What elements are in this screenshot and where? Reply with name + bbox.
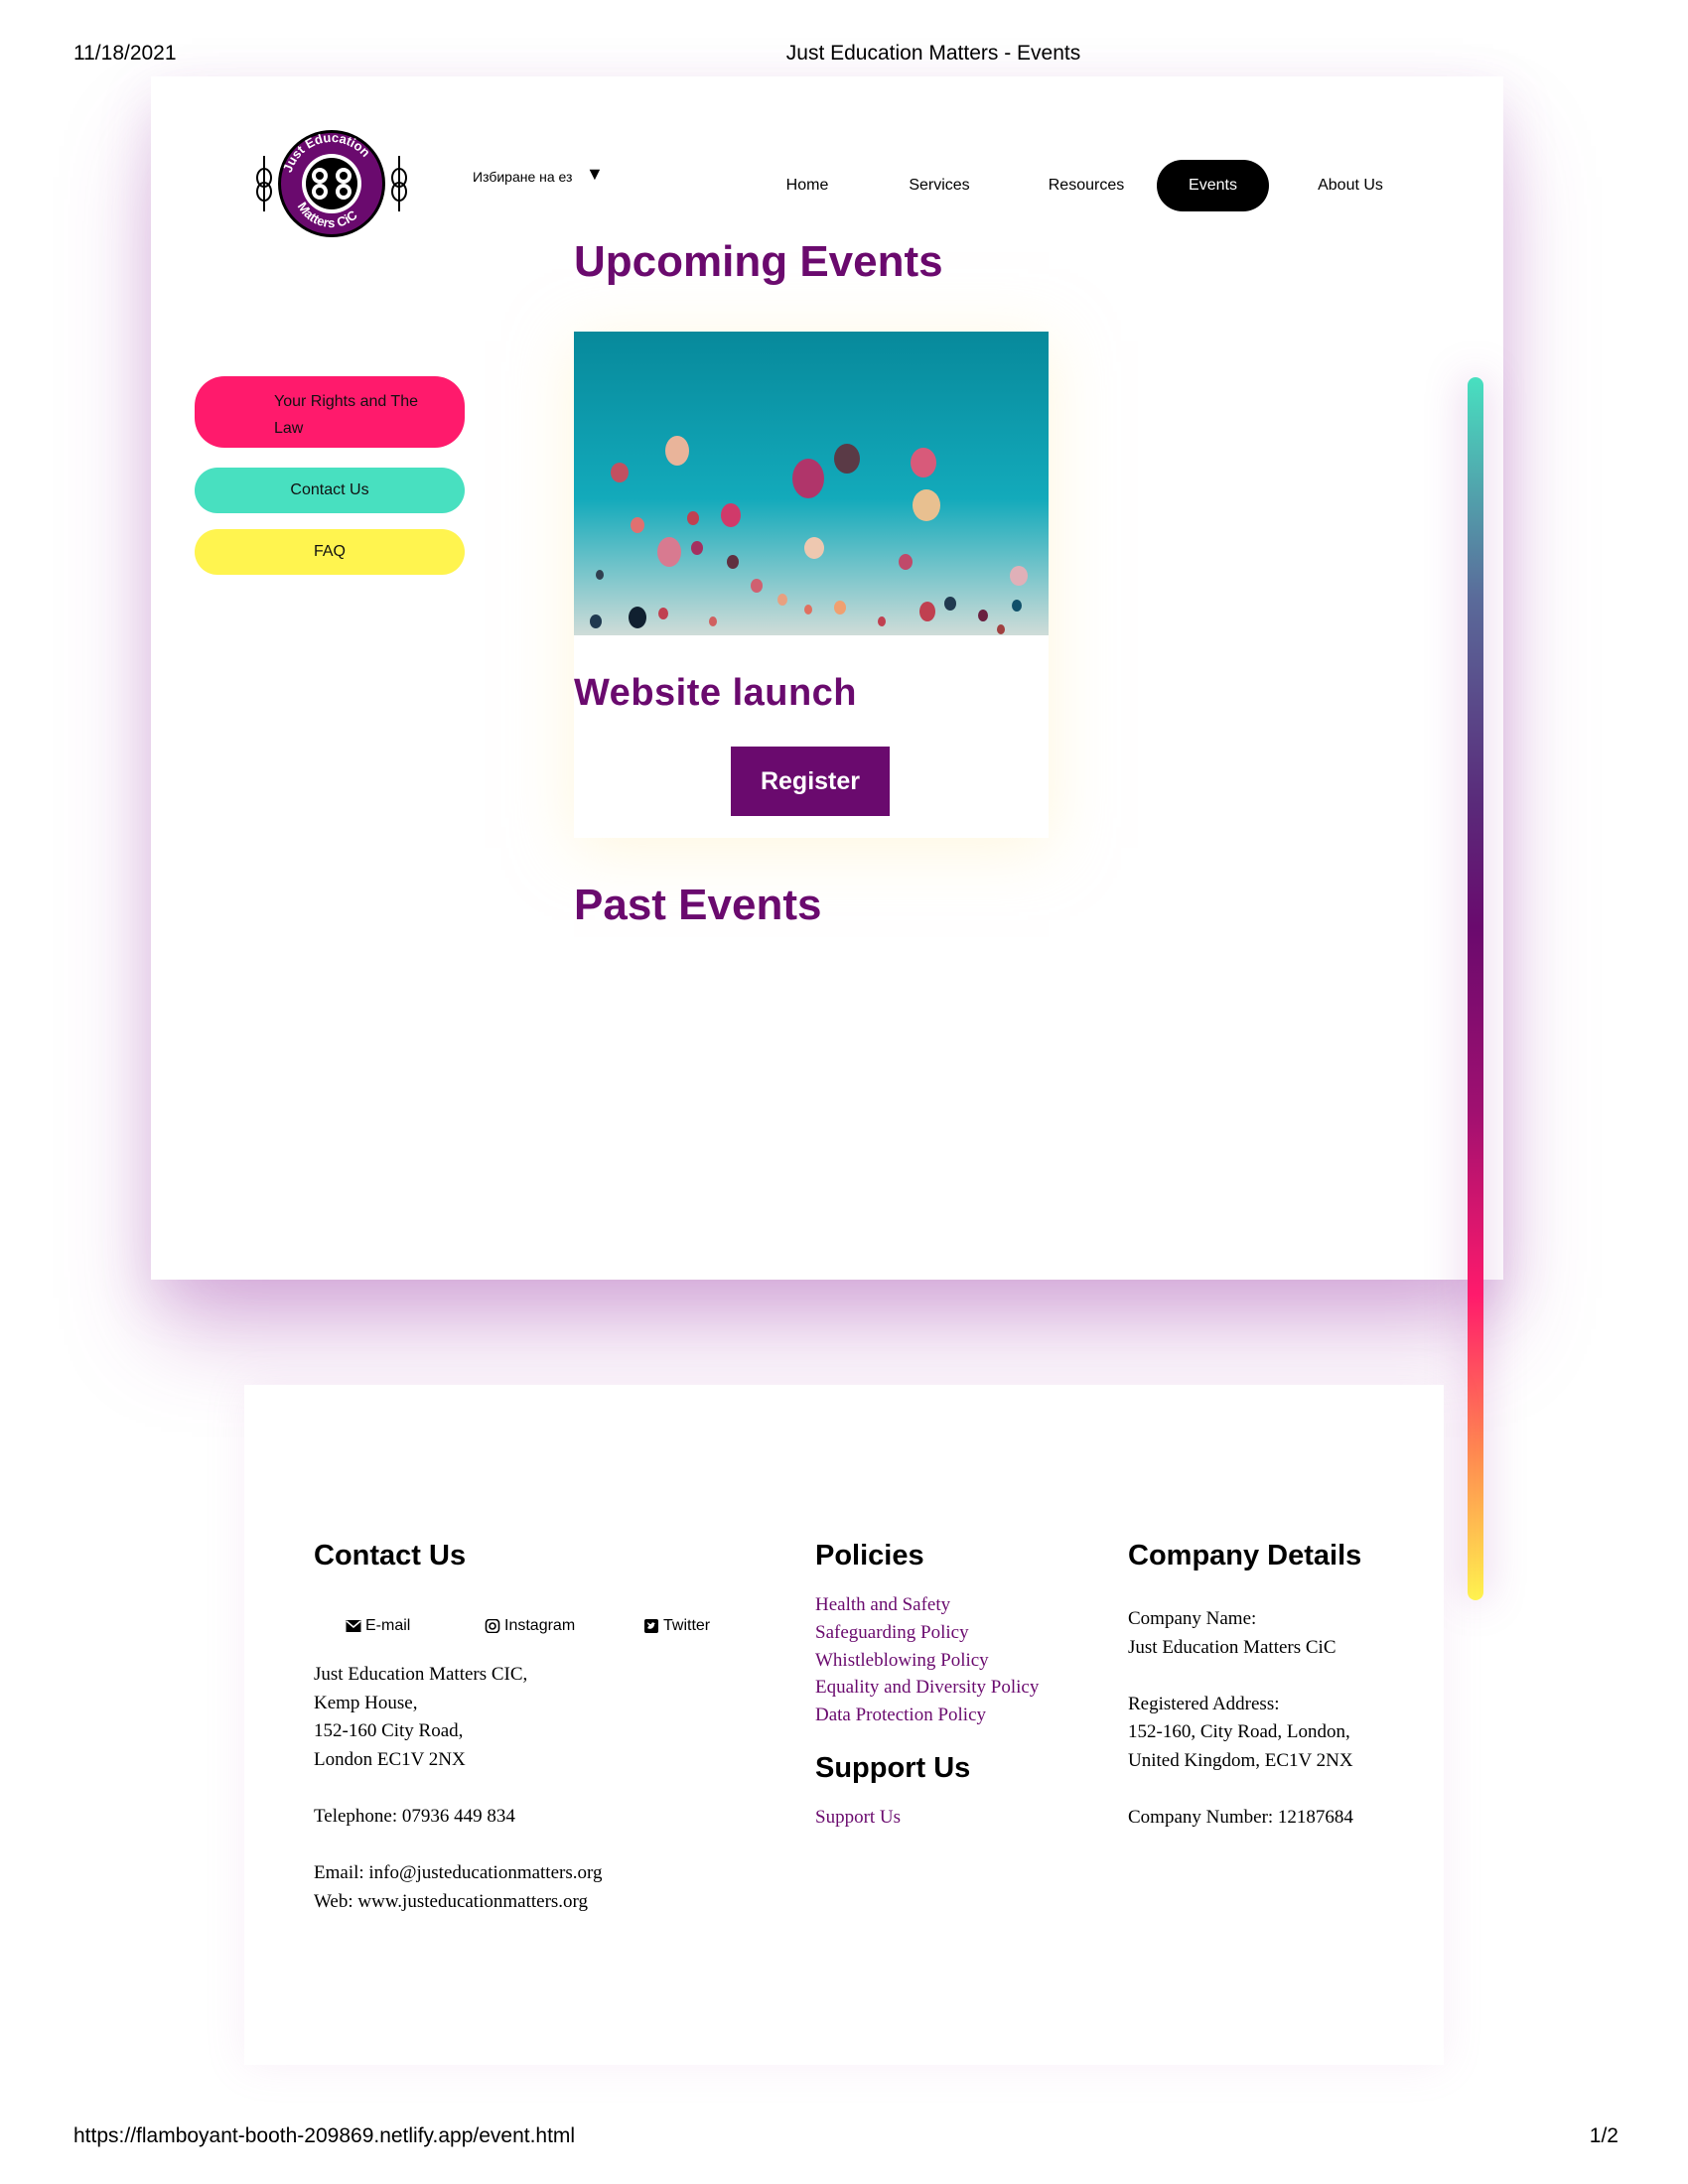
- company-spacer: [1128, 1776, 1353, 1805]
- faq-button[interactable]: FAQ: [195, 529, 465, 575]
- twitter-link[interactable]: Twitter: [643, 1617, 710, 1635]
- upcoming-events-heading: Upcoming Events: [574, 237, 943, 286]
- envelope-icon: [346, 1619, 361, 1632]
- policy-link-whistleblowing[interactable]: Whistleblowing Policy: [815, 1647, 1039, 1675]
- print-title: Just Education Matters - Events: [785, 42, 1081, 65]
- event-image-balloons: [574, 332, 1049, 635]
- policy-list: Health and Safety Safeguarding Policy Wh…: [815, 1591, 1039, 1729]
- footer-contact-heading: Contact Us: [314, 1540, 467, 1571]
- nav-about-us[interactable]: About Us: [1299, 160, 1402, 211]
- policy-link-health-safety[interactable]: Health and Safety: [815, 1591, 1039, 1619]
- policy-link-equality-diversity[interactable]: Equality and Diversity Policy: [815, 1674, 1039, 1702]
- scrollbar[interactable]: [1468, 377, 1483, 1600]
- your-rights-label: Your Rights and The Law: [274, 393, 418, 437]
- company-line: Just Education Matters CiC: [1128, 1636, 1336, 1658]
- support-us-link[interactable]: Support Us: [815, 1804, 901, 1832]
- footer-policies-heading: Policies: [815, 1540, 924, 1571]
- print-page-number: 1/2: [1589, 2124, 1618, 2147]
- page-container: Just Education Matters CiC Избиране на е…: [151, 76, 1503, 1280]
- nav-resources[interactable]: Resources: [1029, 160, 1144, 211]
- company-line: Registered Address:: [1128, 1693, 1280, 1714]
- email-line: Email: info@justeducationmatters.org: [314, 1862, 603, 1884]
- company-line: United Kingdom, EC1V 2NX: [1128, 1749, 1353, 1771]
- address-line: London EC1V 2NX: [314, 1748, 466, 1770]
- chevron-down-icon: ▼: [586, 164, 604, 184]
- company-line: Company Number: 12187684: [1128, 1807, 1353, 1829]
- company-spacer: [1128, 1662, 1353, 1691]
- footer-company-heading: Company Details: [1128, 1540, 1362, 1571]
- email-link[interactable]: E-mail: [346, 1617, 410, 1635]
- event-title: Website launch: [574, 672, 858, 714]
- nav-services[interactable]: Services: [890, 160, 989, 211]
- past-events-heading: Past Events: [574, 881, 822, 929]
- address-spacer: [314, 1774, 602, 1803]
- register-button[interactable]: Register: [731, 747, 890, 816]
- twitter-icon: [644, 1618, 658, 1633]
- twitter-link-label: Twitter: [663, 1617, 711, 1634]
- company-line: 152-160, City Road, London,: [1128, 1721, 1350, 1743]
- web-line: Web: www.justeducationmatters.org: [314, 1890, 589, 1912]
- language-select-value: Избиране на ез: [473, 169, 573, 186]
- nav-home[interactable]: Home: [765, 160, 850, 211]
- policy-link-safeguarding[interactable]: Safeguarding Policy: [815, 1619, 1039, 1647]
- footer-support-heading: Support Us: [815, 1752, 971, 1784]
- address-line: 152-160 City Road,: [314, 1720, 464, 1742]
- company-details: Company Name: Just Education Matters CiC…: [1128, 1605, 1353, 1833]
- instagram-link-label: Instagram: [504, 1617, 576, 1634]
- site-logo[interactable]: Just Education Matters CiC: [254, 128, 409, 239]
- instagram-icon: [485, 1618, 500, 1633]
- address-line: Kemp House,: [314, 1692, 418, 1713]
- your-rights-button[interactable]: Your Rights and The Law: [195, 376, 465, 448]
- telephone-line: Telephone: 07936 449 834: [314, 1805, 515, 1827]
- contact-us-button[interactable]: Contact Us: [195, 468, 465, 513]
- contact-address: Just Education Matters CIC, Kemp House, …: [314, 1661, 602, 1916]
- policy-link-data-protection[interactable]: Data Protection Policy: [815, 1702, 1039, 1729]
- address-spacer: [314, 1832, 602, 1860]
- instagram-link[interactable]: Instagram: [485, 1617, 575, 1635]
- language-select[interactable]: Избиране на ез ▼: [473, 164, 604, 186]
- print-url: https://flamboyant-booth-209869.netlify.…: [73, 2124, 576, 2147]
- address-line: Just Education Matters CIC,: [314, 1664, 528, 1685]
- company-line: Company Name:: [1128, 1608, 1257, 1629]
- nav-events[interactable]: Events: [1157, 160, 1269, 211]
- footer: Contact Us E-mail Instagram Twitter Just…: [244, 1385, 1444, 2065]
- email-link-label: E-mail: [365, 1617, 411, 1634]
